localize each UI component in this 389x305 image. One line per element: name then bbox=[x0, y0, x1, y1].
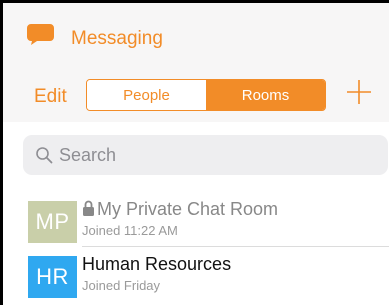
room-name-text: My Private Chat Room bbox=[97, 199, 279, 219]
tab-rooms[interactable]: Rooms bbox=[206, 80, 325, 110]
room-name: My Private Chat Room bbox=[82, 199, 278, 220]
people-rooms-segmented-control: People Rooms bbox=[86, 79, 326, 111]
list-item[interactable]: HR Human Resources Joined Friday bbox=[3, 247, 389, 301]
room-name: Human Resources bbox=[82, 254, 232, 274]
chat-bubble-icon bbox=[27, 24, 54, 45]
header-bar: Messaging Edit People Rooms bbox=[3, 3, 389, 123]
search-bar[interactable] bbox=[23, 135, 388, 175]
avatar: HR bbox=[28, 256, 77, 298]
search-area bbox=[3, 122, 389, 192]
app-title: Messaging bbox=[71, 28, 163, 49]
search-icon bbox=[36, 147, 53, 164]
lock-icon bbox=[83, 200, 94, 216]
room-status: Joined 11:22 AM bbox=[82, 223, 178, 238]
edit-button[interactable]: Edit bbox=[34, 86, 67, 108]
plus-icon[interactable] bbox=[346, 79, 372, 105]
avatar: MP bbox=[28, 201, 77, 243]
search-input[interactable] bbox=[59, 145, 359, 166]
room-status: Joined Friday bbox=[82, 278, 161, 293]
list-item[interactable]: MP My Private Chat Room Joined 11:22 AM bbox=[3, 192, 389, 246]
tab-people[interactable]: People bbox=[87, 80, 206, 110]
